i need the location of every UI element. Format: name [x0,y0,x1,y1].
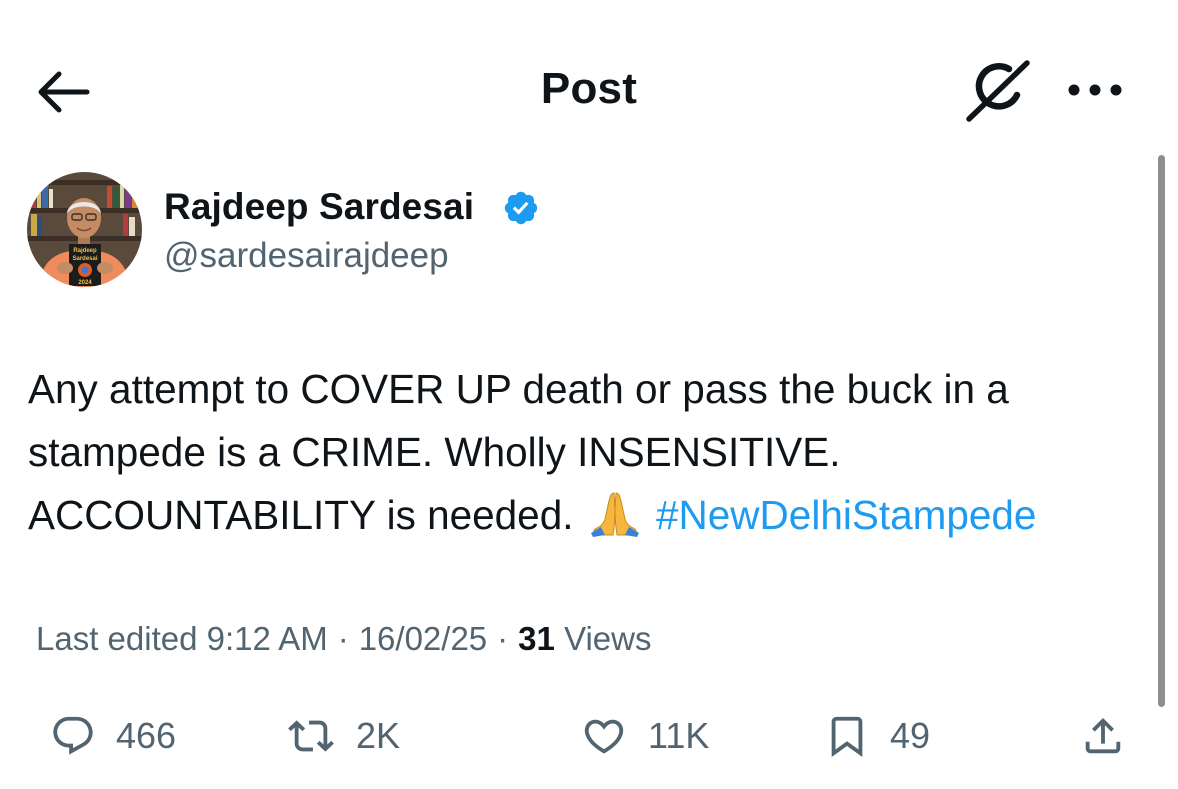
avatar[interactable]: Rajdeep Sardesai 2024 [27,172,142,287]
share-icon [1085,717,1121,754]
bookmark-button[interactable]: 49 [824,706,930,766]
grok-button[interactable] [960,56,1036,124]
reply-count: 466 [116,715,177,756]
reply-button[interactable]: 466 [50,706,176,766]
top-bar: Post [0,0,1178,180]
post-text: Any attempt to COVER UP death or pass th… [28,358,1148,547]
post-detail-page: Post Rajdeep Sardesai 2024 Rajdeep Sarde… [0,0,1178,789]
repost-button[interactable]: 2K [286,706,400,766]
like-button[interactable]: 11K [580,706,709,766]
post-date-link[interactable]: 16/02/25 [359,620,487,657]
author-name[interactable]: Rajdeep Sardesai [164,186,474,228]
repost-count: 2K [356,715,401,756]
scrollbar[interactable] [1158,155,1165,707]
bookmark-count: 49 [890,715,931,756]
post-text-line: Any attempt to COVER UP death or pass th… [28,366,1009,412]
meta-separator: · [497,620,509,657]
svg-text:2024: 2024 [78,280,92,286]
author-handle[interactable]: @sardesairajdeep [164,236,449,276]
post-metadata: Last edited 9:12 AM · 16/02/25 · 31 Views [36,620,652,658]
more-options-button[interactable] [1060,70,1130,110]
verified-badge-icon [504,191,538,225]
bookmark-icon [831,716,863,757]
svg-text:Rajdeep: Rajdeep [73,248,97,254]
grok-icon [966,60,1030,122]
share-button[interactable] [1080,706,1126,766]
more-options-icon [1068,84,1122,96]
folded-hands-emoji-icon [587,489,643,537]
reply-icon [53,716,93,755]
svg-text:Sardesai: Sardesai [72,256,97,262]
like-count: 11K [648,715,710,756]
hashtag-link[interactable]: #NewDelhiStampede [656,492,1036,538]
edited-timestamp-link[interactable]: Last edited 9:12 AM [36,620,328,657]
post-text-line: stampede is a CRIME. Wholly INSENSITIVE. [28,429,841,475]
post-text-segment: ACCOUNTABILITY is needed. [28,492,574,538]
heart-icon [584,719,624,754]
repost-icon [288,720,334,752]
views-label: Views [564,620,652,657]
views-count[interactable]: 31 [518,620,555,657]
post-text-line: ACCOUNTABILITY is needed. #NewDelhiStamp… [28,484,1148,547]
meta-separator: · [337,620,349,657]
